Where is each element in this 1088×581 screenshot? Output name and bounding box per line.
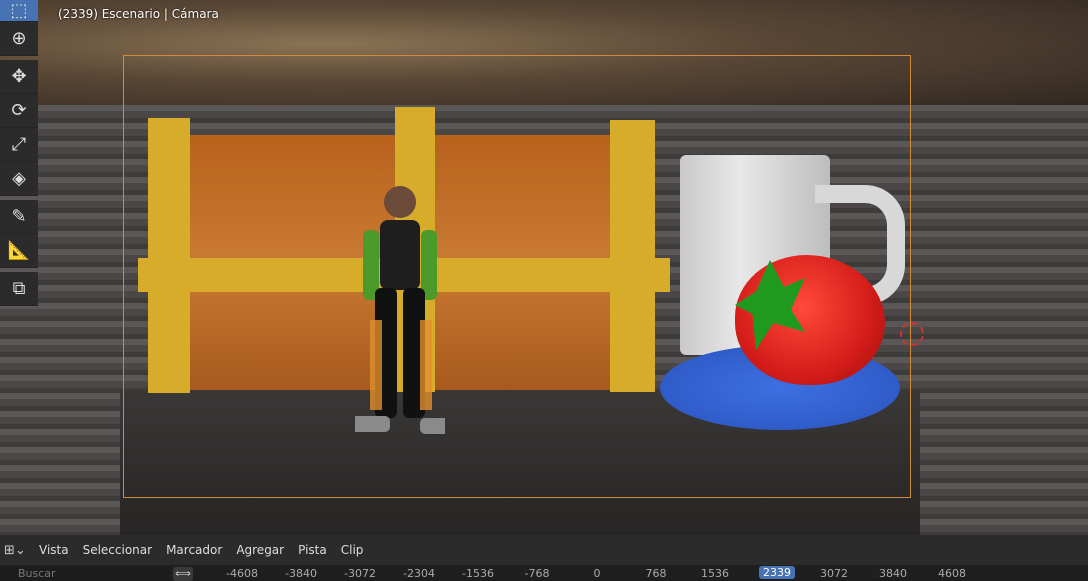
timeline-editor: ⊞⌄ Vista Seleccionar Marcador Agregar Pi… <box>0 535 1088 581</box>
transform-icon[interactable]: ◈ <box>0 162 38 196</box>
frame-ruler[interactable]: -4608 -3840 -3072 -2304 -1536 -768 0 768 1536 233… <box>200 565 1008 580</box>
frame-tick: 768 <box>645 567 667 580</box>
add-cube-icon[interactable]: ⧉ <box>0 272 38 306</box>
frame-tick: 1536 <box>701 567 729 580</box>
camera-frame <box>123 55 911 498</box>
select-box-icon[interactable]: ⬚ <box>0 0 38 22</box>
frame-tick: -768 <box>524 567 550 580</box>
current-frame-indicator[interactable]: 2339 <box>759 566 795 579</box>
annotate-icon[interactable]: ✎ <box>0 200 38 234</box>
frame-tick: 3840 <box>879 567 907 580</box>
frame-tick: 4608 <box>938 567 966 580</box>
menu-vista[interactable]: Vista <box>32 543 76 557</box>
measure-icon[interactable]: 📐 <box>0 234 38 268</box>
swap-icon[interactable]: ⟺ <box>173 567 193 581</box>
timeline-menu: ⊞⌄ Vista Seleccionar Marcador Agregar Pi… <box>0 535 1088 565</box>
editor-type-icon[interactable]: ⊞⌄ <box>4 543 32 558</box>
toolbar: ⬚ ⊕ ✥ ⟳ ⤢ ◈ ✎ 📐 ⧉ <box>0 0 38 306</box>
frame-tick: -2304 <box>403 567 435 580</box>
cursor-icon[interactable]: ⊕ <box>0 22 38 56</box>
viewport-info: (2339) Escenario | Cámara <box>58 7 219 21</box>
frame-tick: 0 <box>593 567 601 580</box>
menu-seleccionar[interactable]: Seleccionar <box>76 543 159 557</box>
3d-viewport[interactable]: (2339) Escenario | Cámara ⬚ ⊕ ✥ ⟳ ⤢ ◈ ✎ … <box>0 0 1088 535</box>
rotate-icon[interactable]: ⟳ <box>0 94 38 128</box>
frame-tick: -3840 <box>285 567 317 580</box>
menu-clip[interactable]: Clip <box>334 543 371 557</box>
3d-cursor-icon <box>900 322 924 346</box>
search-input[interactable]: Buscar <box>0 567 170 581</box>
menu-pista[interactable]: Pista <box>291 543 334 557</box>
frame-tick: -3072 <box>344 567 376 580</box>
scale-icon[interactable]: ⤢ <box>0 128 38 162</box>
move-icon[interactable]: ✥ <box>0 60 38 94</box>
frame-tick: -4608 <box>226 567 258 580</box>
frame-tick: 3072 <box>820 567 848 580</box>
menu-marcador[interactable]: Marcador <box>159 543 229 557</box>
menu-agregar[interactable]: Agregar <box>229 543 291 557</box>
frame-tick: -1536 <box>462 567 494 580</box>
